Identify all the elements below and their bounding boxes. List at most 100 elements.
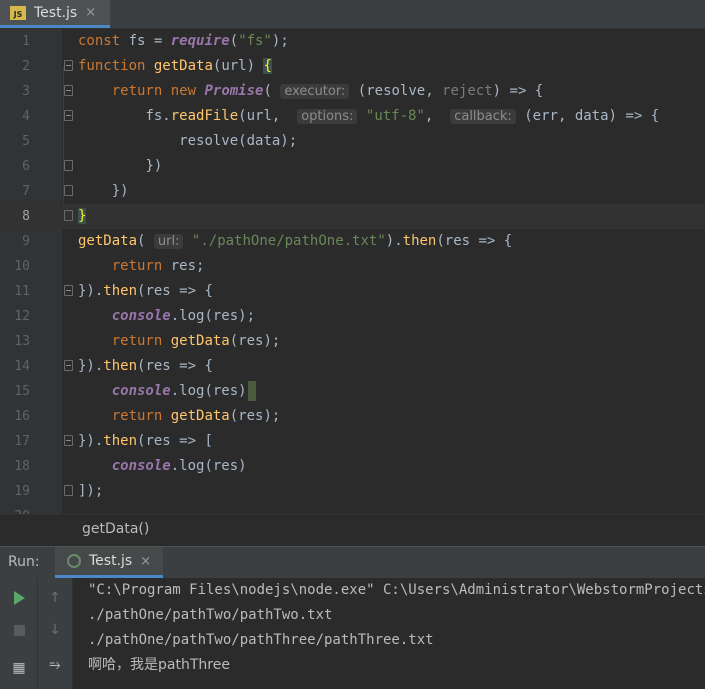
code-text: console.log(res);: [78, 304, 255, 329]
code-line[interactable]: 12 console.log(res);: [0, 304, 705, 329]
fold-icon[interactable]: [64, 435, 73, 446]
code-line[interactable]: 9 getData( url: "./pathOne/pathOne.txt")…: [0, 229, 705, 254]
matched-brace: {: [263, 58, 272, 74]
string: "fs": [238, 33, 272, 49]
line-number: 12: [14, 309, 30, 324]
code-editor[interactable]: 1 const fs = require("fs"); 2 function g…: [0, 29, 705, 514]
layout-button[interactable]: ▦: [7, 656, 31, 680]
rerun-button[interactable]: [7, 586, 31, 610]
fold-end-icon[interactable]: [64, 210, 73, 221]
line-number: 16: [14, 409, 30, 424]
function-name: getData: [153, 58, 213, 74]
stop-button[interactable]: [7, 618, 31, 642]
token: ]);: [78, 483, 104, 499]
code-line[interactable]: 3 return new Promise( executor: (resolve…: [0, 79, 705, 104]
code-line[interactable]: 16 return getData(res);: [0, 404, 705, 429]
code-line[interactable]: 19 ]);: [0, 479, 705, 504]
code-text: return res;: [78, 254, 205, 279]
line-number: 8: [22, 209, 30, 224]
code-line[interactable]: 7 }): [0, 179, 705, 204]
run-tab-test-js[interactable]: Test.js ×: [55, 547, 163, 578]
function-name: then: [402, 233, 437, 249]
soft-wrap-button[interactable]: ⥱: [43, 653, 67, 677]
fold-icon[interactable]: [64, 85, 73, 96]
run-side-toolbar-2: ↑ ↓ ⥱: [38, 578, 73, 689]
fold-icon[interactable]: [64, 110, 73, 121]
token: .log(res): [170, 383, 247, 399]
code-line[interactable]: 14 }).then(res => {: [0, 354, 705, 379]
code-text: resolve(data);: [78, 129, 297, 154]
console-line: "C:\Program Files\nodejs\node.exe" C:\Us…: [88, 582, 705, 598]
breadcrumb: getData(): [0, 514, 705, 546]
line-number: 3: [22, 84, 30, 99]
code-text: }): [78, 179, 129, 204]
code-line[interactable]: 4 fs.readFile(url, options: "utf-8", cal…: [0, 104, 705, 129]
run-label: Run:: [8, 554, 40, 570]
layout-icon: ▦: [12, 660, 26, 676]
js-file-icon: JS: [10, 5, 26, 20]
line-number: 2: [22, 59, 30, 74]
fold-end-icon[interactable]: [64, 485, 73, 496]
code-text: console.log(res): [78, 379, 256, 404]
function-name: then: [103, 358, 138, 374]
close-icon[interactable]: ×: [85, 5, 96, 20]
keyword: function: [78, 58, 146, 74]
run-console-panel: ▦ ↑ ↓ ⥱ "C:\Program Files\nodejs\node.ex…: [0, 578, 705, 689]
token: (res);: [229, 408, 281, 424]
fold-icon[interactable]: [64, 285, 73, 296]
token: (res => [: [137, 433, 213, 449]
code-text: function getData(url) {: [78, 54, 272, 79]
code-text: return getData(res);: [78, 329, 281, 354]
token: (url,: [238, 108, 298, 124]
code-text: }: [78, 204, 87, 229]
matched-brace: }: [78, 208, 87, 224]
fold-icon[interactable]: [64, 60, 73, 71]
code-line[interactable]: 17 }).then(res => [: [0, 429, 705, 454]
code-line[interactable]: 20: [0, 504, 705, 514]
text-caret: [247, 381, 256, 401]
fold-end-icon[interactable]: [64, 160, 73, 171]
token: (: [263, 83, 272, 99]
code-line-current[interactable]: 8 }: [0, 204, 705, 229]
parameter-hint: callback:: [450, 109, 516, 124]
code-line[interactable]: 1 const fs = require("fs");: [0, 29, 705, 54]
code-line[interactable]: 6 }): [0, 154, 705, 179]
function-name: then: [103, 283, 138, 299]
code-line[interactable]: 10 return res;: [0, 254, 705, 279]
arrow-up-icon: ↑: [49, 590, 61, 606]
code-line[interactable]: 2 function getData(url) {: [0, 54, 705, 79]
token: (res => {: [137, 283, 213, 299]
arrow-down-icon: ↓: [49, 622, 61, 638]
code-text: }): [78, 154, 162, 179]
code-text: }).then(res => {: [78, 279, 213, 304]
line-number: 4: [22, 109, 30, 124]
tab-test-js[interactable]: JS Test.js ×: [0, 0, 110, 28]
close-icon[interactable]: ×: [140, 554, 151, 569]
breadcrumb-item[interactable]: getData(): [82, 521, 149, 537]
line-number: 18: [14, 459, 30, 474]
code-line[interactable]: 15 console.log(res): [0, 379, 705, 404]
line-number: 14: [14, 359, 30, 374]
line-number: 15: [14, 384, 30, 399]
token: console: [111, 308, 171, 324]
code-text: console.log(res): [78, 454, 247, 479]
function-name: getData: [78, 233, 138, 249]
scroll-down-button[interactable]: ↓: [43, 618, 67, 642]
run-tab-label: Test.js: [89, 553, 133, 569]
code-text: }).then(res => [: [78, 429, 213, 454]
code-line[interactable]: 5 resolve(data);: [0, 129, 705, 154]
line-number: 10: [14, 259, 30, 274]
token: .log(res): [170, 458, 247, 474]
play-icon: [13, 591, 25, 605]
code-line[interactable]: 13 return getData(res);: [0, 329, 705, 354]
scroll-up-button[interactable]: ↑: [43, 586, 67, 610]
fold-end-icon[interactable]: [64, 185, 73, 196]
run-toolbar: Run: Test.js ×: [0, 546, 705, 579]
token: }).: [78, 433, 104, 449]
parameter-hint: options:: [297, 109, 358, 124]
console-output[interactable]: "C:\Program Files\nodejs\node.exe" C:\Us…: [88, 578, 705, 678]
fold-icon[interactable]: [64, 360, 73, 371]
tab-label: Test.js: [34, 4, 78, 21]
code-line[interactable]: 11 }).then(res => {: [0, 279, 705, 304]
code-line[interactable]: 18 console.log(res): [0, 454, 705, 479]
